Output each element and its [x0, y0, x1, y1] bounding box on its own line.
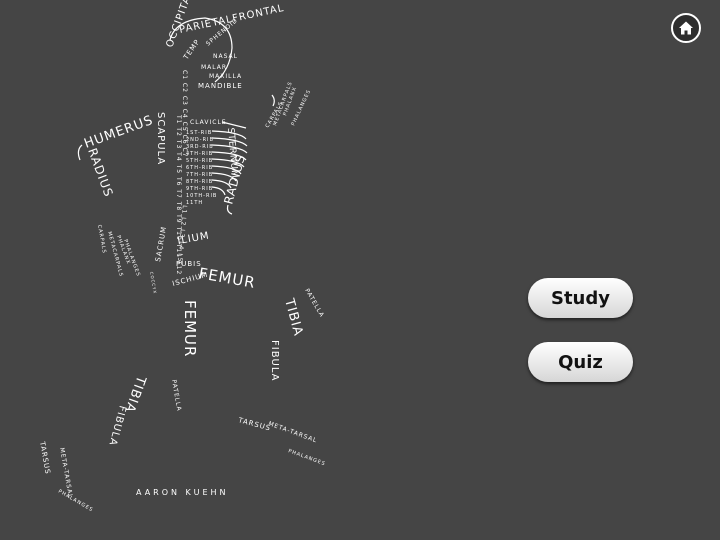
label-patella-right: PATELLA [303, 288, 325, 319]
label-femur-right: FEMUR [197, 264, 257, 292]
label-rib-5: 5TH-RIB [186, 158, 213, 164]
label-rib-10: 10TH-RIB [186, 193, 217, 199]
label-tibia-right: TIBIA [281, 296, 306, 338]
label-maxilla: MAXILLA [209, 73, 242, 80]
label-rib-2: 2ND-RIB [186, 137, 214, 143]
label-rib-11: 11TH [186, 200, 203, 206]
home-button[interactable] [671, 13, 701, 43]
label-rib-9: 9TH-RIB [186, 186, 213, 192]
label-rib-1: 1ST-RIB [186, 130, 212, 136]
label-rib-4: 4TH-RIB [186, 151, 213, 157]
left-elbow-curve [77, 144, 83, 161]
label-rib-8: 8TH-RIB [186, 179, 213, 185]
quiz-button[interactable]: Quiz [528, 342, 633, 382]
label-nasal: NASAL [213, 53, 238, 60]
label-mandible: MANDIBLE [198, 82, 243, 90]
artist-credit: AARON KUEHN [136, 488, 229, 497]
label-phalanges-foot-right: PHALANGES [287, 448, 326, 467]
label-clavicle: CLAVICLE [190, 119, 227, 126]
home-icon [679, 21, 693, 35]
label-temporal: TEMP [182, 38, 202, 62]
label-fibula-left: FIBULA [106, 404, 127, 447]
label-phalanges-foot-left: PHALANGES [57, 489, 94, 514]
label-rib-7: 7TH-RIB [186, 172, 213, 178]
label-carpals-left: CARPALS [96, 224, 107, 254]
label-tarsus-left: TARSUS [38, 440, 52, 475]
label-humerus-left: HUMERUS [82, 113, 155, 152]
label-scapula: SCAPULA [155, 112, 166, 165]
study-button[interactable]: Study [528, 278, 633, 318]
label-malar: MALAR [201, 64, 227, 71]
label-coccyx: COCCYX [149, 271, 158, 294]
label-pubis: PUBIS [176, 260, 202, 268]
app-screen: OCCIPITAL PARIETALFRONTAL TEMP SPHENOID … [0, 0, 720, 540]
label-metatarsal-right: META-TARSAL [267, 420, 318, 444]
right-elbow-curve [226, 204, 233, 215]
label-radius-left: RADIUS [85, 146, 116, 199]
label-patella-left: PATELLA [170, 379, 182, 412]
label-rib-3: 3RD-RIB [186, 144, 214, 150]
label-femur-left: FEMUR [181, 300, 199, 357]
label-fibula-right: FIBULA [269, 340, 280, 382]
right-thumb-curve [271, 94, 275, 107]
label-tarsus-right: TARSUS [237, 416, 272, 433]
label-sacrum: SACRUM [154, 225, 168, 262]
skeleton-typography-artwork: OCCIPITAL PARIETALFRONTAL TEMP SPHENOID … [38, 0, 327, 514]
label-rib-6: 6TH-RIB [186, 165, 213, 171]
